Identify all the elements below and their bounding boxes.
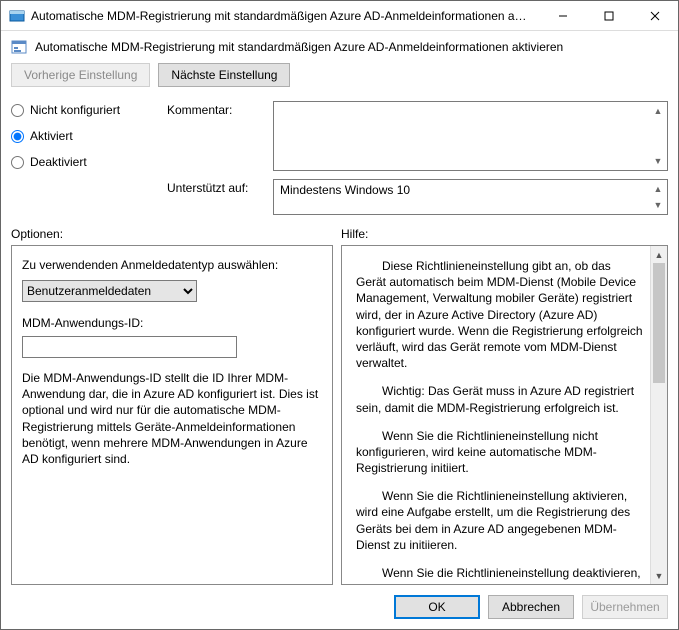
scroll-up-icon[interactable]: ▲ [650,103,666,119]
help-panel: Diese Richtlinieneinstellung gibt an, ob… [341,245,668,585]
minimize-button[interactable] [540,1,586,30]
header: Automatische MDM-Registrierung mit stand… [1,31,678,59]
maximize-button[interactable] [586,1,632,30]
cred-type-label: Zu verwendenden Anmeldedatentyp auswähle… [22,258,322,272]
help-paragraph: Diese Richtlinieneinstellung gibt an, ob… [356,258,644,371]
cred-type-select[interactable]: Benutzeranmeldedaten [22,280,197,302]
policy-icon [11,39,27,55]
radio-disabled-input[interactable] [11,156,24,169]
ok-button[interactable]: OK [394,595,480,619]
scroll-up-icon[interactable]: ▲ [650,181,666,197]
supported-box: Mindestens Windows 10 ▲ ▼ [273,179,668,215]
radio-disabled-label: Deaktiviert [30,155,87,169]
policy-title: Automatische MDM-Registrierung mit stand… [35,40,563,54]
scroll-down-icon[interactable]: ▼ [650,197,666,213]
comment-label: Kommentar: [167,101,267,117]
appid-label: MDM-Anwendungs-ID: [22,316,322,330]
help-paragraph: Wenn Sie die Richtlinieneinstellung akti… [356,488,644,553]
radio-not-configured-input[interactable] [11,104,24,117]
dialog-footer: OK Abbrechen Übernehmen [1,585,678,629]
scroll-down-icon[interactable]: ▼ [651,567,667,584]
apply-button: Übernehmen [582,595,668,619]
cancel-button[interactable]: Abbrechen [488,595,574,619]
help-paragraph: Wichtig: Das Gerät muss in Azure AD regi… [356,383,644,415]
previous-setting-button: Vorherige Einstellung [11,63,150,87]
help-text: Diese Richtlinieneinstellung gibt an, ob… [342,246,650,584]
nav-row: Vorherige Einstellung Nächste Einstellun… [1,59,678,95]
scroll-track[interactable] [651,263,667,567]
help-paragraph: Wenn Sie die Richtlinieneinstellung nich… [356,428,644,477]
supported-value: Mindestens Windows 10 [280,183,410,197]
supported-label: Unterstützt auf: [167,179,267,195]
options-description: Die MDM-Anwendungs-ID stellt die ID Ihre… [22,370,322,467]
help-scrollbar[interactable]: ▲ ▼ [650,246,667,584]
help-label: Hilfe: [341,227,368,241]
app-icon [9,8,25,24]
comment-textarea[interactable]: ▲ ▼ [273,101,668,171]
radio-enabled-label: Aktiviert [30,129,73,143]
close-button[interactable] [632,1,678,30]
scroll-down-icon[interactable]: ▼ [650,153,666,169]
scroll-up-icon[interactable]: ▲ [651,246,667,263]
radio-not-configured-label: Nicht konfiguriert [30,103,120,117]
radio-enabled[interactable]: Aktiviert [11,129,161,143]
scroll-thumb[interactable] [653,263,665,383]
titlebar: Automatische MDM-Registrierung mit stand… [1,1,678,31]
panels: Zu verwendenden Anmeldedatentyp auswähle… [1,245,678,585]
next-setting-button[interactable]: Nächste Einstellung [158,63,290,87]
help-paragraph: Wenn Sie die Richtlinieneinstellung deak… [356,565,644,584]
radio-disabled[interactable]: Deaktiviert [11,155,161,169]
options-label: Optionen: [11,227,341,241]
section-labels: Optionen: Hilfe: [1,225,678,245]
radio-not-configured[interactable]: Nicht konfiguriert [11,103,161,117]
options-panel: Zu verwendenden Anmeldedatentyp auswähle… [11,245,333,585]
radio-enabled-input[interactable] [11,130,24,143]
appid-input[interactable] [22,336,237,358]
top-grid: Nicht konfiguriert Aktiviert Deaktiviert… [1,95,678,225]
window-title: Automatische MDM-Registrierung mit stand… [31,9,540,23]
